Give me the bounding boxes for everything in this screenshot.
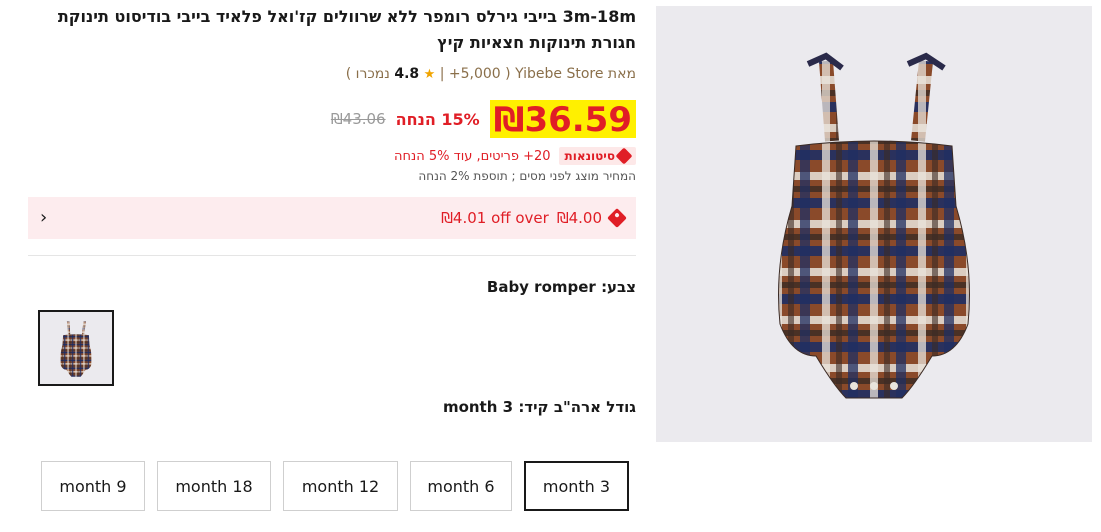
star-icon: ★ <box>423 67 436 82</box>
product-image[interactable] <box>656 6 1092 442</box>
color-swatch-baby-romper[interactable] <box>38 310 114 386</box>
divider <box>28 255 636 256</box>
swatch-romper-thumbnail <box>60 320 92 377</box>
chevron-left-icon[interactable]: ‹ <box>40 209 47 227</box>
size-option-12-months[interactable]: month 12 <box>283 461 398 511</box>
coupon-tag-icon <box>607 208 627 228</box>
product-title: 3m-18m בייבי גירלס רומפר ללא שרוולים קז'… <box>57 7 636 52</box>
store-prefix: מאת <box>607 66 636 82</box>
coupon-text: ₪4.01 off over ₪4.00 <box>441 208 627 228</box>
plaid-romper-illustration <box>778 52 970 399</box>
bulk-badge: סיטונאות <box>558 147 636 165</box>
store-line: מאת Yibebe Store ( 4.8 ★ | +5,000 נמכרו … <box>345 66 636 82</box>
bulk-text: 20+ פריטים, עוד 5% הנחה <box>394 148 551 164</box>
tag-icon <box>615 147 633 165</box>
size-options: month 9 month 18 month 12 month 6 month … <box>41 461 629 511</box>
rating-value: 4.8 <box>394 66 420 82</box>
size-option-3-months[interactable]: month 3 <box>524 461 629 511</box>
color-value: Baby romper <box>486 278 596 296</box>
store-link[interactable]: Yibebe Store <box>515 66 603 82</box>
size-option-18-months[interactable]: month 18 <box>157 461 271 511</box>
size-label: גודל ארה"ב קיד: 3 month <box>442 398 636 416</box>
coupon-bar[interactable]: ₪4.01 off over ₪4.00 ‹ <box>28 197 636 239</box>
current-price: ₪36.59 <box>489 100 636 140</box>
discount-label: 15% הנחה <box>395 109 480 129</box>
size-option-9-months[interactable]: month 9 <box>41 461 145 511</box>
size-option-6-months[interactable]: month 6 <box>410 461 512 511</box>
size-value: 3 month <box>442 398 514 416</box>
product-info: 3m-18m בייבי גירלס רומפר ללא שרוולים קז'… <box>28 4 636 416</box>
bulk-promo: סיטונאות 20+ פריטים, עוד 5% הנחה <box>28 147 636 165</box>
original-price: ₪43.06 <box>330 110 386 128</box>
color-label: צבע: Baby romper <box>486 278 636 296</box>
coupon-threshold: ₪4.01 off over <box>441 209 549 227</box>
price-row: ₪36.59 15% הנחה ₪43.06 <box>28 99 636 140</box>
tax-note: המחיר מוצג לפני מסים ; תוספת 2% הנחה <box>418 169 636 183</box>
coupon-amount: ₪4.00 <box>556 209 602 227</box>
